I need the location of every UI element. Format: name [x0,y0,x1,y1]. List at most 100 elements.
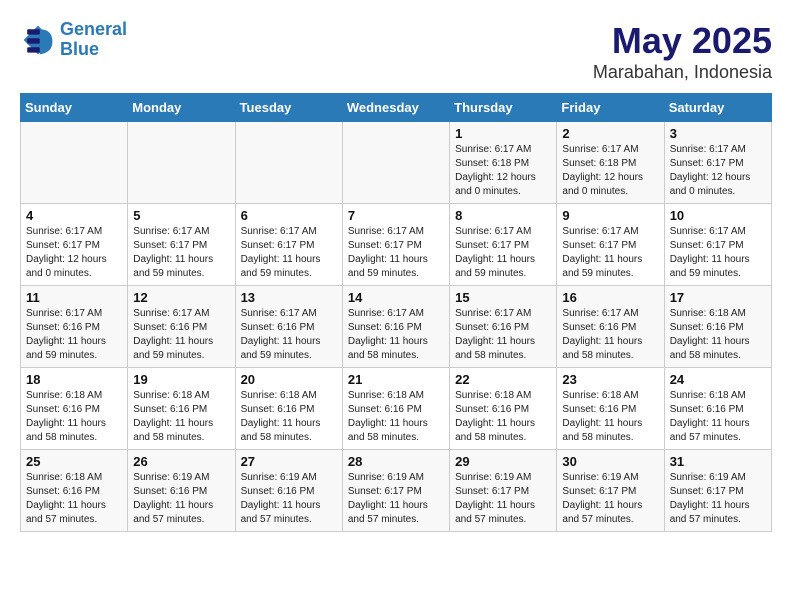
header-cell-friday: Friday [557,94,664,122]
calendar-cell: 16 Sunrise: 6:17 AM Sunset: 6:16 PM Dayli… [557,286,664,368]
header-cell-tuesday: Tuesday [235,94,342,122]
day-number: 1 [455,126,551,141]
calendar-cell: 8Sunrise: 6:17 AM Sunset: 6:17 PM Daylig… [450,204,557,286]
day-number: 24 [670,372,766,387]
day-info: Sunrise: 6:19 AM Sunset: 6:17 PM Dayligh… [670,471,766,527]
day-info: Sunrise: 6:18 AM Sunset: 6:16 PM Dayligh… [348,389,444,445]
calendar-cell: 19 Sunrise: 6:18 AM Sunset: 6:16 PM Dayli… [128,368,235,450]
calendar-cell [21,122,128,204]
calendar-cell: 12 Sunrise: 6:17 AM Sunset: 6:16 PM Dayli… [128,286,235,368]
title-block: May 2025 Marabahan, Indonesia [593,20,772,83]
header-row: SundayMondayTuesdayWednesdayThursdayFrid… [21,94,772,122]
header-cell-sunday: Sunday [21,94,128,122]
day-number: 3 [670,126,766,141]
calendar-cell: 20 Sunrise: 6:18 AM Sunset: 6:16 PM Dayli… [235,368,342,450]
calendar-cell: 9 Sunrise: 6:17 AM Sunset: 6:17 PM Daylig… [557,204,664,286]
day-info: Sunrise: 6:17 AM Sunset: 6:17 PM Dayligh… [26,225,122,281]
day-info: Sunrise: 6:17 AM Sunset: 6:17 PM Dayligh… [455,225,551,281]
day-info: Sunrise: 6:17 AM Sunset: 6:17 PM Dayligh… [562,225,658,281]
day-number: 4 [26,208,122,223]
calendar-cell: 31 Sunrise: 6:19 AM Sunset: 6:17 PM Dayli… [664,450,771,532]
calendar-cell: 1 Sunrise: 6:17 AM Sunset: 6:18 PM Daylig… [450,122,557,204]
calendar-cell: 26 Sunrise: 6:19 AM Sunset: 6:16 PM Dayli… [128,450,235,532]
header-cell-thursday: Thursday [450,94,557,122]
calendar-cell: 30Sunrise: 6:19 AM Sunset: 6:17 PM Dayli… [557,450,664,532]
day-number: 30 [562,454,658,469]
day-info: Sunrise: 6:17 AM Sunset: 6:16 PM Dayligh… [133,307,229,363]
day-info: Sunrise: 6:17 AM Sunset: 6:17 PM Dayligh… [670,225,766,281]
calendar-cell: 17Sunrise: 6:18 AM Sunset: 6:16 PM Dayli… [664,286,771,368]
logo-icon [20,22,56,58]
day-info: Sunrise: 6:19 AM Sunset: 6:17 PM Dayligh… [348,471,444,527]
day-info: Sunrise: 6:17 AM Sunset: 6:16 PM Dayligh… [348,307,444,363]
day-info: Sunrise: 6:17 AM Sunset: 6:17 PM Dayligh… [133,225,229,281]
header-cell-wednesday: Wednesday [342,94,449,122]
calendar-cell [128,122,235,204]
day-info: Sunrise: 6:17 AM Sunset: 6:17 PM Dayligh… [348,225,444,281]
day-number: 5 [133,208,229,223]
day-info: Sunrise: 6:17 AM Sunset: 6:18 PM Dayligh… [562,143,658,199]
calendar-cell: 25Sunrise: 6:18 AM Sunset: 6:16 PM Dayli… [21,450,128,532]
logo-text: General Blue [60,20,127,60]
day-info: Sunrise: 6:18 AM Sunset: 6:16 PM Dayligh… [455,389,551,445]
day-number: 26 [133,454,229,469]
week-row-1: 1 Sunrise: 6:17 AM Sunset: 6:18 PM Daylig… [21,122,772,204]
day-number: 2 [562,126,658,141]
calendar-cell: 5 Sunrise: 6:17 AM Sunset: 6:17 PM Daylig… [128,204,235,286]
logo-line2: Blue [60,40,127,60]
week-row-4: 18 Sunrise: 6:18 AM Sunset: 6:16 PM Dayli… [21,368,772,450]
day-info: Sunrise: 6:18 AM Sunset: 6:16 PM Dayligh… [26,389,122,445]
day-number: 31 [670,454,766,469]
logo-line1: General [60,20,127,40]
calendar-cell: 14 Sunrise: 6:17 AM Sunset: 6:16 PM Dayli… [342,286,449,368]
day-number: 19 [133,372,229,387]
day-number: 10 [670,208,766,223]
day-number: 15 [455,290,551,305]
day-info: Sunrise: 6:17 AM Sunset: 6:16 PM Dayligh… [241,307,337,363]
day-info: Sunrise: 6:17 AM Sunset: 6:16 PM Dayligh… [455,307,551,363]
day-info: Sunrise: 6:19 AM Sunset: 6:17 PM Dayligh… [455,471,551,527]
day-number: 20 [241,372,337,387]
calendar-cell: 28 Sunrise: 6:19 AM Sunset: 6:17 PM Dayli… [342,450,449,532]
day-info: Sunrise: 6:17 AM Sunset: 6:18 PM Dayligh… [455,143,551,199]
calendar-cell [342,122,449,204]
calendar-cell: 23Sunrise: 6:18 AM Sunset: 6:16 PM Dayli… [557,368,664,450]
week-row-2: 4 Sunrise: 6:17 AM Sunset: 6:17 PM Daylig… [21,204,772,286]
page-header: General Blue May 2025 Marabahan, Indones… [20,20,772,83]
day-number: 16 [562,290,658,305]
day-info: Sunrise: 6:19 AM Sunset: 6:16 PM Dayligh… [241,471,337,527]
calendar-cell: 2 Sunrise: 6:17 AM Sunset: 6:18 PM Daylig… [557,122,664,204]
week-row-3: 11 Sunrise: 6:17 AM Sunset: 6:16 PM Dayli… [21,286,772,368]
day-info: Sunrise: 6:18 AM Sunset: 6:16 PM Dayligh… [670,389,766,445]
day-number: 6 [241,208,337,223]
day-number: 14 [348,290,444,305]
page-subtitle: Marabahan, Indonesia [593,62,772,83]
calendar-cell: 24 Sunrise: 6:18 AM Sunset: 6:16 PM Dayli… [664,368,771,450]
day-number: 25 [26,454,122,469]
calendar-cell: 11 Sunrise: 6:17 AM Sunset: 6:16 PM Dayli… [21,286,128,368]
day-number: 11 [26,290,122,305]
logo: General Blue [20,20,127,60]
calendar-cell: 18 Sunrise: 6:18 AM Sunset: 6:16 PM Dayli… [21,368,128,450]
day-number: 9 [562,208,658,223]
header-cell-saturday: Saturday [664,94,771,122]
page-title: May 2025 [593,20,772,62]
calendar-cell: 29 Sunrise: 6:19 AM Sunset: 6:17 PM Dayli… [450,450,557,532]
calendar-table: SundayMondayTuesdayWednesdayThursdayFrid… [20,93,772,532]
day-number: 28 [348,454,444,469]
day-info: Sunrise: 6:18 AM Sunset: 6:16 PM Dayligh… [133,389,229,445]
day-number: 29 [455,454,551,469]
day-number: 7 [348,208,444,223]
day-info: Sunrise: 6:18 AM Sunset: 6:16 PM Dayligh… [241,389,337,445]
day-number: 23 [562,372,658,387]
calendar-cell: 13 Sunrise: 6:17 AM Sunset: 6:16 PM Dayli… [235,286,342,368]
day-number: 12 [133,290,229,305]
header-cell-monday: Monday [128,94,235,122]
day-number: 13 [241,290,337,305]
day-number: 18 [26,372,122,387]
calendar-cell: 15 Sunrise: 6:17 AM Sunset: 6:16 PM Dayli… [450,286,557,368]
week-row-5: 25Sunrise: 6:18 AM Sunset: 6:16 PM Dayli… [21,450,772,532]
day-info: Sunrise: 6:19 AM Sunset: 6:16 PM Dayligh… [133,471,229,527]
day-info: Sunrise: 6:17 AM Sunset: 6:16 PM Dayligh… [26,307,122,363]
day-info: Sunrise: 6:17 AM Sunset: 6:16 PM Dayligh… [562,307,658,363]
